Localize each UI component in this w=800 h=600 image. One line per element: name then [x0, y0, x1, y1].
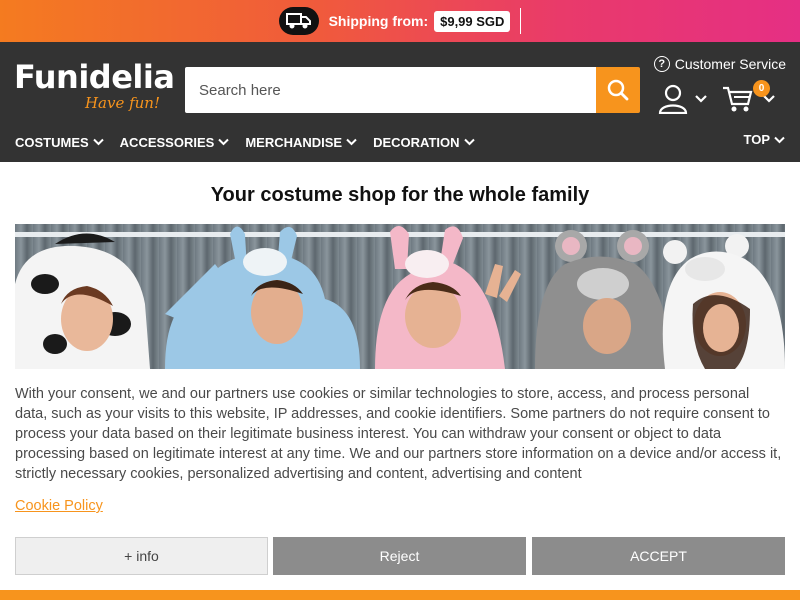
- logo-tagline: Have fun!: [84, 94, 160, 112]
- nav-item-label: COSTUMES: [15, 134, 89, 150]
- chevron-down-icon: [346, 138, 357, 146]
- search-icon: [607, 79, 629, 101]
- cookie-policy-link[interactable]: Cookie Policy: [15, 498, 103, 514]
- accept-button[interactable]: ACCEPT: [532, 537, 785, 575]
- shopping-cart-icon: [723, 86, 753, 112]
- customer-service-link[interactable]: ? Customer Service: [653, 56, 786, 72]
- search-bar: [185, 67, 640, 113]
- chevron-down-icon: [92, 138, 104, 146]
- more-info-button[interactable]: + info: [15, 537, 268, 575]
- nav-item-costumes[interactable]: COSTUMES: [15, 135, 104, 150]
- cart-button[interactable]: 0: [722, 80, 776, 114]
- nav-item-label: ACCESSORIES: [119, 134, 215, 150]
- account-menu-button[interactable]: [658, 84, 708, 114]
- funidelia-logo[interactable]: Funidelia Have fun!: [14, 58, 175, 120]
- reject-button[interactable]: Reject: [273, 537, 526, 575]
- cart-count-badge: 0: [753, 80, 770, 97]
- costume-group-illustration: [15, 225, 785, 369]
- help-circle-icon: ?: [653, 56, 670, 72]
- nav-item-decoration[interactable]: DECORATION: [373, 134, 475, 150]
- shipping-promo-banner[interactable]: Shipping from: $9,99 SGD: [0, 0, 800, 42]
- chevron-down-icon: [463, 138, 475, 146]
- bottom-accent-bar: [0, 590, 800, 600]
- hero-banner-image[interactable]: [15, 224, 785, 369]
- chevron-down-icon: [774, 136, 785, 143]
- chevron-down-icon: [218, 138, 230, 146]
- nav-item-label: MERCHANDISE: [245, 134, 343, 150]
- user-icon: [658, 84, 688, 114]
- promo-divider: [520, 8, 522, 34]
- main-navigation: COSTUMES ACCESSORIES MERCHANDISE DECORAT…: [0, 132, 800, 152]
- page-headline: Your costume shop for the whole family: [210, 184, 590, 206]
- cookie-consent-text: With your consent, we and our partners u…: [15, 386, 782, 482]
- shipping-label: Shipping from:: [328, 13, 429, 29]
- customer-service-label: Customer Service: [674, 56, 786, 72]
- nav-item-label: TOP: [743, 132, 771, 147]
- nav-item-label: DECORATION: [373, 134, 460, 150]
- logo-wordmark: Funidelia: [14, 58, 175, 96]
- nav-item-top[interactable]: TOP: [744, 132, 786, 147]
- delivery-truck-icon: [278, 7, 319, 35]
- search-input[interactable]: [185, 67, 596, 113]
- search-button[interactable]: [596, 67, 640, 113]
- nav-item-merchandise[interactable]: MERCHANDISE: [245, 135, 357, 150]
- site-header: Funidelia Have fun! ? Customer Service: [0, 42, 800, 162]
- chevron-down-icon: [695, 95, 707, 103]
- shipping-price: $9,99 SGD: [434, 10, 511, 32]
- nav-item-accessories[interactable]: ACCESSORIES: [120, 135, 230, 150]
